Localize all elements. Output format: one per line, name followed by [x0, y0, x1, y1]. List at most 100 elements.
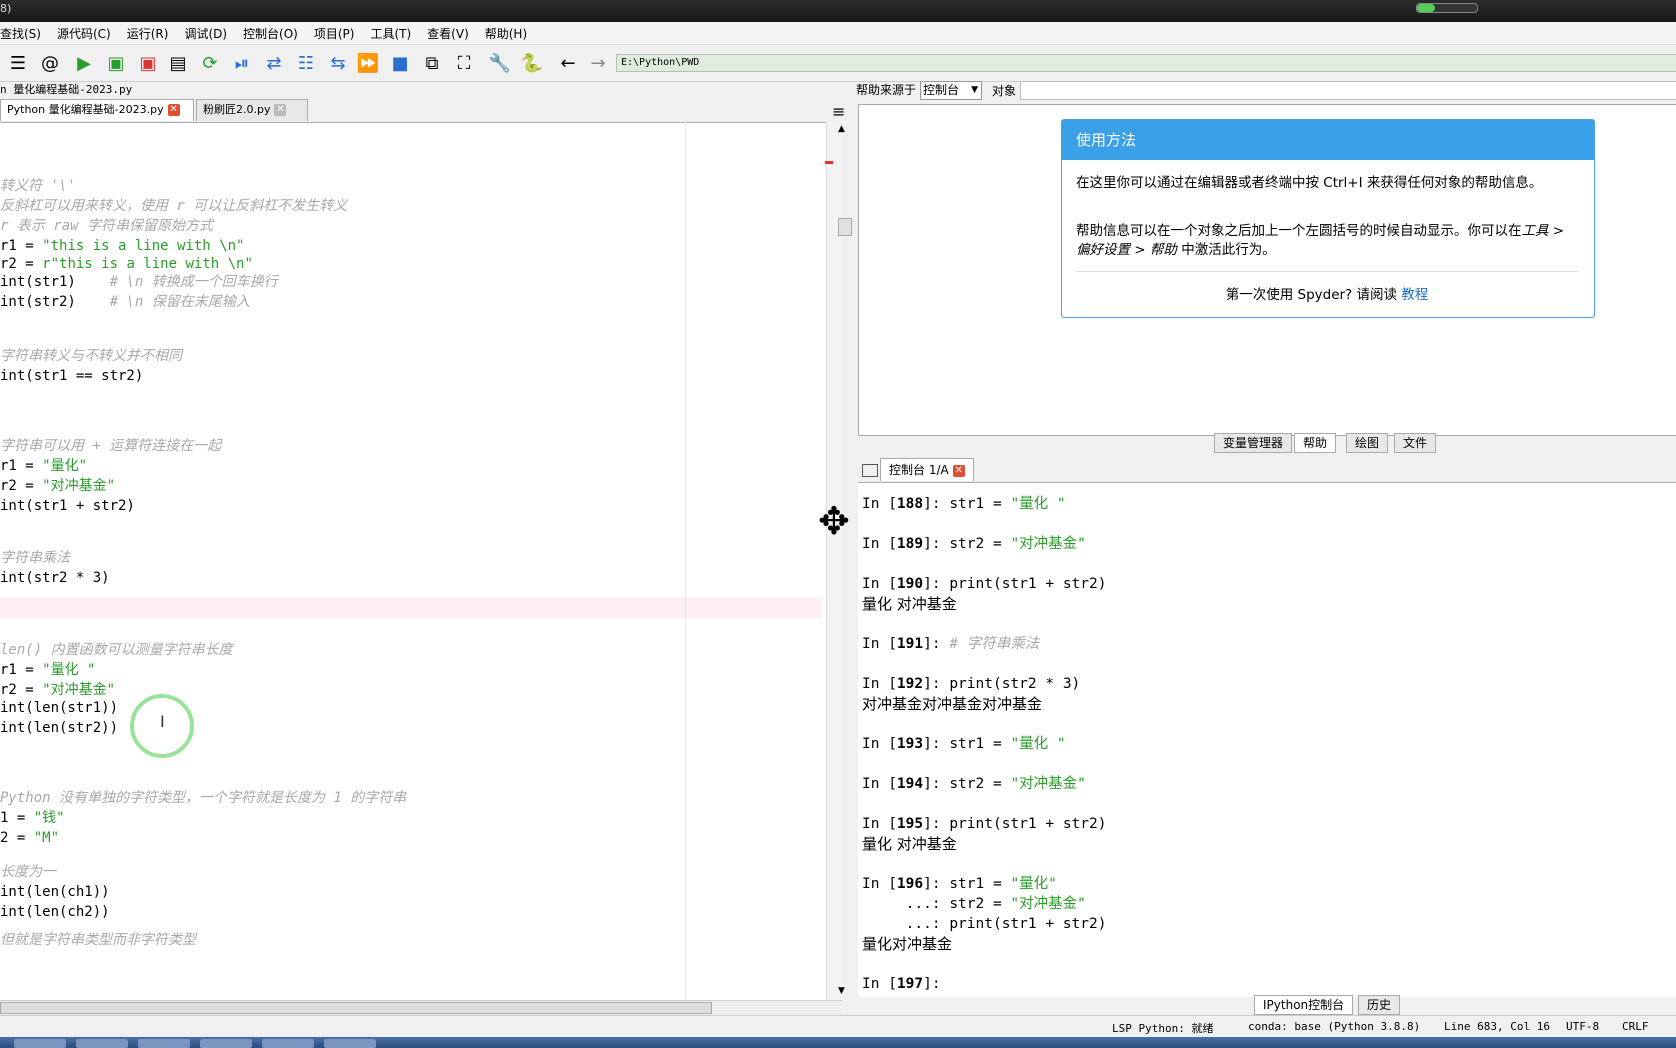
prompt-number: 197 — [896, 976, 924, 992]
pane-options-icon[interactable]: ≡ — [832, 102, 845, 121]
prompt-number: 192 — [896, 676, 924, 692]
code-line: r 表示 raw 字符串保留原始方式 — [0, 216, 213, 236]
run-selection-icon[interactable]: ▤ — [166, 51, 190, 75]
console-string: "量化" — [1010, 876, 1057, 892]
menu-project[interactable]: 项目(P) — [306, 25, 363, 42]
taskbar-item[interactable] — [324, 1039, 376, 1048]
wrench-icon[interactable]: 🔧 — [488, 51, 512, 75]
taskbar-item[interactable] — [262, 1039, 314, 1048]
prompt-prefix: In [ — [862, 676, 897, 692]
taskbar-item[interactable] — [14, 1039, 66, 1048]
stop-icon[interactable]: ■ — [388, 51, 412, 75]
window-title: 8) — [0, 2, 12, 15]
code-text: int(len(ch1)) — [0, 884, 110, 900]
code-string: "量化 " — [42, 662, 96, 678]
code-line: 长度为一 — [0, 862, 56, 882]
menu-view[interactable]: 查看(V) — [419, 25, 477, 42]
run-cell-icon[interactable]: ▣ — [104, 51, 128, 75]
at-icon[interactable]: @ — [38, 51, 62, 75]
menu-source[interactable]: 源代码(C) — [49, 25, 119, 42]
usage-paragraph-2-tail: 中激活此行为。 — [1176, 242, 1276, 258]
outline-icon[interactable]: ☰ — [6, 51, 30, 75]
forward-icon[interactable]: → — [586, 51, 610, 75]
taskbar-item[interactable] — [138, 1039, 190, 1048]
prompt-suffix: ]: — [923, 636, 950, 652]
window-title-bar: 8) — [0, 0, 1676, 22]
taskbar-item[interactable] — [76, 1039, 128, 1048]
code-text: int(str1) — [0, 274, 110, 290]
run-cell-advance-icon[interactable]: ▣ — [136, 51, 160, 75]
taskbar-item[interactable] — [200, 1039, 252, 1048]
console-line: 对冲基金对冲基金对冲基金 — [862, 694, 1042, 714]
console-tab[interactable]: 控制台 1/A ✕ — [880, 458, 974, 481]
console-line: ...: print(str1 + str2) — [862, 914, 1107, 934]
step-into-icon[interactable]: ☷ — [294, 51, 318, 75]
maximize-pane-icon[interactable]: ⧉ — [420, 51, 444, 75]
console-code: str1 = — [949, 496, 1011, 512]
close-icon[interactable]: ✕ — [167, 104, 180, 116]
scroll-down-icon[interactable]: ▼ — [838, 986, 845, 996]
code-line: r1 = "量化" — [0, 456, 87, 476]
menu-tools[interactable]: 工具(T) — [362, 25, 419, 42]
console-browse-icon[interactable] — [862, 464, 878, 477]
code-string: "M" — [33, 830, 60, 846]
fullscreen-icon[interactable]: ⛶ — [452, 51, 476, 75]
editor-tab-main[interactable]: Python 量化编程基础-2023.py ✕ — [0, 99, 194, 121]
tab-plots[interactable]: 绘图 — [1346, 433, 1389, 453]
working-directory-field[interactable]: E:\Python\PWD — [616, 54, 1676, 72]
tab-files[interactable]: 文件 — [1394, 433, 1437, 453]
code-line: 2 = "M" — [0, 828, 59, 848]
prompt-number: 189 — [896, 536, 924, 552]
console-line: In [188]: str1 = "量化 " — [862, 494, 1066, 514]
scroll-up-icon[interactable]: ▲ — [838, 124, 845, 134]
run-icon[interactable]: ▶ — [72, 51, 96, 75]
tab-history[interactable]: 历史 — [1358, 995, 1401, 1015]
console-output: 量化对冲基金 — [862, 935, 953, 953]
code-text: r1 = — [0, 238, 43, 254]
step-icon[interactable]: ⇄ — [262, 51, 286, 75]
prompt-prefix: In [ — [862, 816, 897, 832]
console-output: 对冲基金对冲基金对冲基金 — [862, 695, 1043, 713]
menu-bar: 查找(S) 源代码(C) 运行(R) 调试(D) 控制台(O) 项目(P) 工具… — [0, 22, 1676, 45]
progress-indicator — [1416, 3, 1478, 13]
close-icon[interactable]: ✕ — [952, 464, 965, 477]
code-text: r2 = — [0, 256, 43, 272]
console-line: In [193]: str1 = "量化 " — [862, 734, 1066, 754]
code-comment: len() 内置函数可以测量字符串长度 — [0, 642, 233, 658]
file-encoding: UTF-8 — [1566, 1020, 1600, 1033]
console-code: print(str1 + str2) — [949, 916, 1107, 932]
debug-icon[interactable]: ⏯ — [230, 51, 254, 75]
help-source-value: 控制台 — [923, 83, 960, 97]
menu-help[interactable]: 帮助(H) — [477, 25, 535, 42]
menu-run[interactable]: 运行(R) — [119, 25, 177, 42]
continuation-prompt: ...: — [862, 916, 950, 932]
back-icon[interactable]: ← — [556, 51, 580, 75]
editor-hscroll-thumb[interactable] — [0, 1002, 712, 1014]
code-text: int(str2 * 3) — [0, 570, 110, 586]
tab-variable-explorer[interactable]: 变量管理器 — [1214, 433, 1293, 453]
tutorial-link[interactable]: 教程 — [1401, 287, 1428, 303]
code-line: r1 = "this is a line with \n" — [0, 236, 244, 256]
menu-console[interactable]: 控制台(O) — [235, 25, 306, 42]
editor-vertical-scrollbar[interactable] — [826, 122, 843, 1000]
code-line: r2 = "对冲基金" — [0, 680, 115, 700]
rerun-icon[interactable]: ⟳ — [198, 51, 222, 75]
editor-scroll-thumb[interactable] — [838, 218, 852, 236]
code-comment: # \n 保留在末尾输入 — [109, 294, 250, 310]
menu-search[interactable]: 查找(S) — [0, 25, 49, 42]
python-icon[interactable]: 🐍 — [520, 51, 544, 75]
code-comment: # \n 转换成一个回车换行 — [109, 274, 278, 290]
menu-debug[interactable]: 调试(D) — [176, 25, 235, 42]
tab-help[interactable]: 帮助 — [1294, 433, 1337, 453]
code-line: r1 = "量化 " — [0, 660, 95, 680]
tab-ipython-console[interactable]: IPython控制台 — [1254, 995, 1354, 1015]
step-return-icon[interactable]: ⇆ — [326, 51, 350, 75]
console-string: "对冲基金" — [1010, 896, 1086, 912]
console-line: In [190]: print(str1 + str2) — [862, 574, 1106, 594]
object-input[interactable] — [1020, 81, 1676, 100]
help-source-select[interactable]: 控制台 ▼ — [920, 81, 982, 100]
continue-icon[interactable]: ⏩ — [356, 51, 380, 75]
close-icon[interactable]: ✕ — [274, 104, 287, 116]
editor-tab-second[interactable]: 粉刷匠2.0.py ✕ — [196, 99, 308, 121]
prompt-number: 193 — [896, 736, 924, 752]
